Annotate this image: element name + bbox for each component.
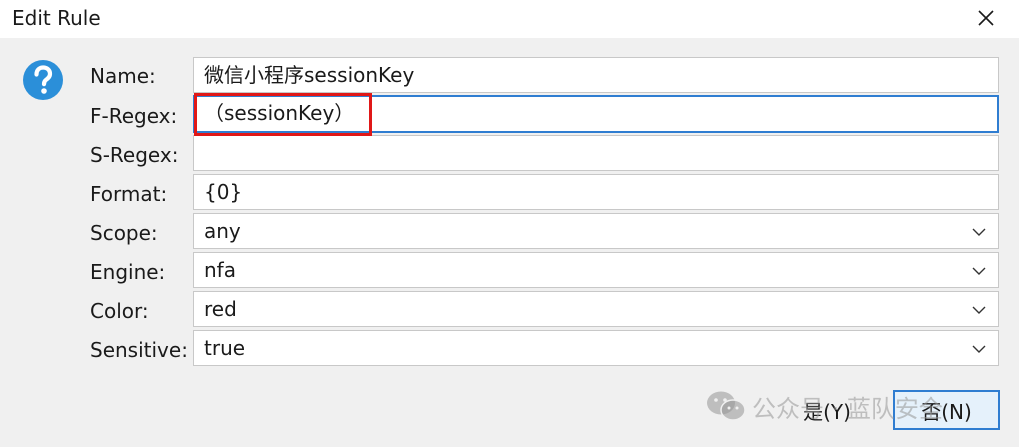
engine-select[interactable]: nfa — [193, 252, 999, 288]
chevron-down-icon — [972, 267, 986, 275]
scope-select[interactable]: any — [193, 213, 999, 249]
close-icon — [978, 10, 994, 26]
scope-label: Scope: — [90, 221, 158, 245]
name-field[interactable]: 微信小程序sessionKey — [193, 57, 999, 93]
color-select[interactable]: red — [193, 291, 999, 327]
format-label: Format: — [90, 182, 168, 206]
chevron-down-icon — [972, 345, 986, 353]
s-regex-label: S-Regex: — [90, 143, 179, 167]
format-field[interactable]: {0} — [193, 174, 999, 210]
chevron-down-icon — [972, 228, 986, 236]
engine-label: Engine: — [90, 260, 166, 284]
name-label: Name: — [90, 64, 156, 88]
window-title: Edit Rule — [12, 6, 101, 30]
chevron-down-icon — [972, 306, 986, 314]
sensitive-label: Sensitive: — [90, 338, 188, 362]
scope-value: any — [204, 219, 241, 243]
color-value: red — [204, 297, 237, 321]
s-regex-field[interactable] — [193, 135, 999, 171]
f-regex-field[interactable]: （sessionKey） — [193, 95, 999, 133]
color-label: Color: — [90, 299, 149, 323]
f-regex-label: F-Regex: — [90, 104, 178, 128]
yes-button[interactable]: 是(Y) — [772, 390, 882, 430]
no-button[interactable]: 否(N) — [893, 390, 1000, 430]
sensitive-select[interactable]: true — [193, 330, 999, 366]
engine-value: nfa — [204, 258, 236, 282]
close-button[interactable] — [964, 0, 1008, 36]
sensitive-value: true — [204, 336, 246, 360]
question-icon — [23, 60, 63, 100]
title-bar: Edit Rule — [0, 0, 1019, 38]
wechat-icon — [707, 391, 746, 421]
